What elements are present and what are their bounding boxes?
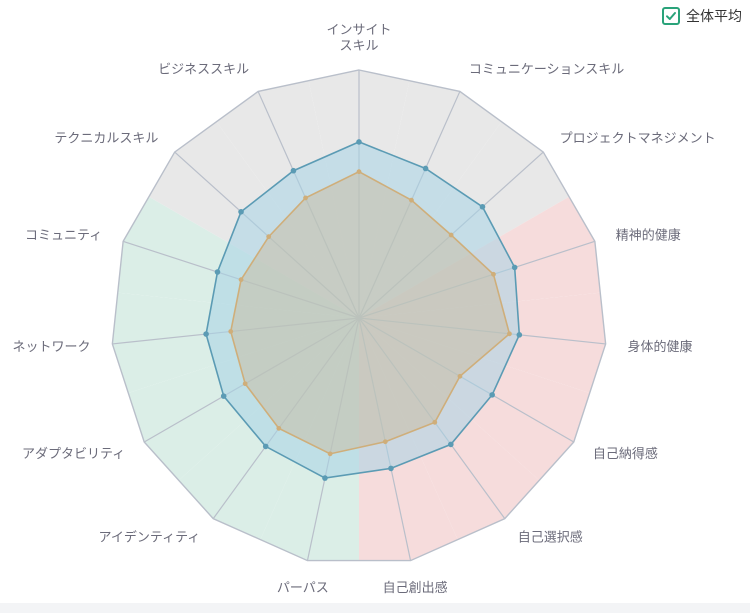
series-point-0[interactable] [489, 392, 495, 398]
series-point-0[interactable] [238, 208, 244, 215]
series-point-1[interactable] [238, 277, 244, 283]
footer-band [0, 603, 750, 613]
series-point-0[interactable] [220, 393, 227, 399]
axis-label-7: 自己創出感 [383, 580, 448, 596]
series-point-1[interactable] [491, 271, 496, 277]
series-point-0[interactable] [262, 443, 269, 450]
series-point-1[interactable] [432, 419, 438, 425]
series-point-1[interactable] [409, 197, 414, 203]
series-point-1[interactable] [356, 169, 362, 175]
axis-label-1: コミュニケーションスキル [469, 62, 624, 77]
series-point-1[interactable] [242, 381, 248, 387]
series-point-0[interactable] [479, 204, 486, 210]
series-point-0[interactable] [422, 165, 429, 172]
series-point-1[interactable] [507, 331, 512, 337]
series-point-0[interactable] [214, 269, 221, 275]
checkbox-icon[interactable] [662, 7, 680, 25]
axis-label-0: インサイトスキル [326, 23, 391, 54]
series-point-1[interactable] [457, 373, 463, 379]
series-point-0[interactable] [290, 167, 297, 174]
axis-label-12: コミュニティ [25, 229, 102, 244]
series-point-1[interactable] [327, 451, 333, 457]
axis-label-5: 自己納得感 [593, 446, 658, 462]
series-point-1[interactable] [448, 232, 454, 238]
series-point-0[interactable] [356, 139, 362, 145]
series-point-1[interactable] [303, 195, 308, 201]
series-point-0[interactable] [516, 332, 523, 338]
series-point-1[interactable] [228, 329, 234, 334]
series-point-1[interactable] [382, 439, 388, 445]
check-icon [666, 12, 676, 20]
axis-label-9: アイデンティティ [99, 529, 201, 545]
series-point-0[interactable] [448, 441, 454, 448]
axis-label-14: ビジネススキル [158, 62, 249, 77]
series-point-0[interactable] [203, 331, 209, 337]
axis-label-4: 身体的健康 [628, 339, 693, 355]
legend-item-overall-average[interactable]: 全体平均 [662, 6, 742, 26]
axis-label-10: アダプタビリティ [22, 447, 125, 462]
legend-label: 全体平均 [686, 9, 742, 25]
axis-label-2: プロジェクトマネジメント [560, 131, 716, 146]
series-point-0[interactable] [511, 264, 518, 271]
series-point-0[interactable] [322, 475, 328, 481]
axis-label-3: 精神的健康 [616, 228, 681, 244]
series-point-0[interactable] [388, 465, 394, 472]
series-point-1[interactable] [276, 425, 282, 431]
radar-chart: インサイトスキルコミュニケーションスキルプロジェクトマネジメント精神的健康身体的… [12, 23, 716, 596]
axis-label-11: ネットワーク [12, 340, 90, 355]
axis-label-13: テクニカルスキル [54, 131, 158, 146]
axis-label-6: 自己選択感 [518, 529, 583, 545]
series-point-1[interactable] [266, 234, 272, 240]
axis-label-8: パーパス [277, 581, 329, 596]
